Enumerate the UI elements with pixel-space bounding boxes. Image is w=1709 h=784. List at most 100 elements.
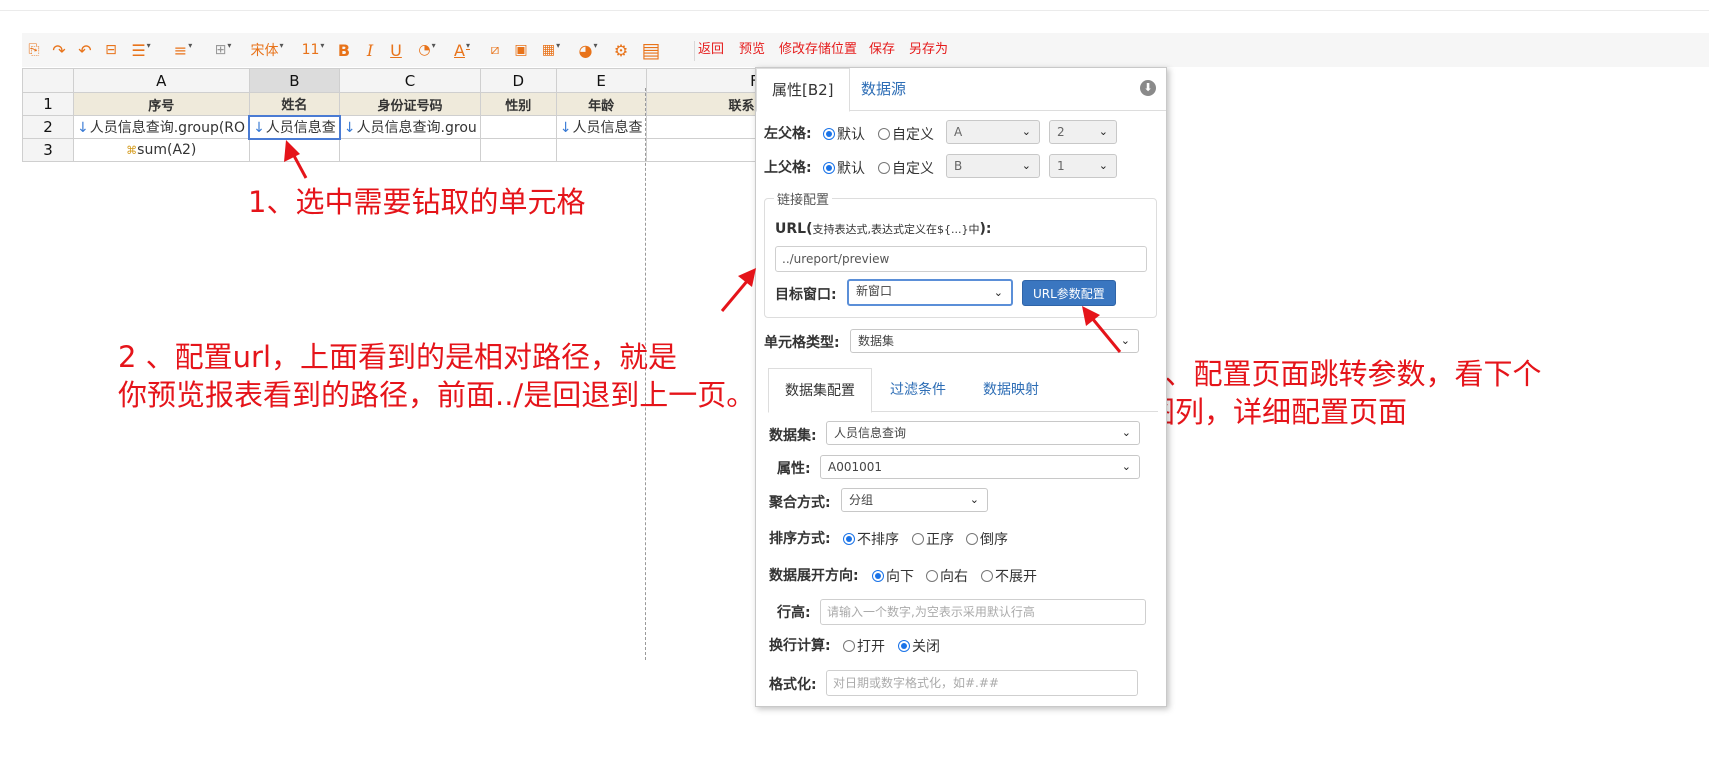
- grid-cell[interactable]: 姓名: [248, 92, 341, 116]
- font-size-value: 11: [301, 42, 320, 58]
- save-button[interactable]: 保存: [869, 33, 895, 67]
- grid-cell[interactable]: [248, 138, 341, 162]
- barcode-icon[interactable]: ▦ ▾: [536, 33, 566, 67]
- grid-cell[interactable]: 序号: [73, 92, 250, 116]
- property-select[interactable]: A001001 ⌄: [820, 455, 1140, 479]
- row-header[interactable]: 2: [22, 115, 74, 139]
- font-color-button[interactable]: A ▾: [448, 33, 476, 67]
- grid-cell[interactable]: [339, 138, 481, 162]
- corner-cell[interactable]: [22, 68, 74, 93]
- chevron-down-icon: ⌄: [1098, 159, 1108, 172]
- arrow-head: [738, 268, 756, 287]
- left-parent-index-select[interactable]: 2 ⌄: [1049, 120, 1117, 144]
- expand-down-radio[interactable]: 向下: [872, 566, 914, 586]
- left-parent-default-radio[interactable]: 默认: [823, 124, 865, 144]
- sort-desc-radio[interactable]: 倒序: [966, 529, 1008, 549]
- select-value: A: [954, 125, 963, 139]
- dataset-label: 数据集:: [769, 428, 817, 444]
- collapse-panel-icon[interactable]: ⬇: [1140, 80, 1156, 96]
- radio-unchecked: [966, 533, 978, 545]
- top-parent-index-select[interactable]: 1 ⌄: [1049, 154, 1117, 178]
- change-storage-button[interactable]: 修改存储位置: [779, 33, 857, 67]
- grid-cell[interactable]: 身份证号码: [339, 92, 481, 116]
- border-icon[interactable]: ⊞ ▾: [206, 33, 240, 67]
- cell-config-tabs: 数据集配置 过滤条件 数据映射: [768, 368, 1158, 413]
- italic-button[interactable]: I: [360, 33, 380, 67]
- radio-unchecked: [926, 570, 938, 582]
- image-icon[interactable]: ▣: [510, 33, 532, 67]
- grid-cell[interactable]: ↓人员信息查: [555, 115, 647, 139]
- font-family-select[interactable]: 宋体 ▾: [244, 33, 290, 67]
- sort-label: 排序方式:: [769, 531, 831, 547]
- top-parent-default-radio[interactable]: 默认: [823, 158, 865, 178]
- back-button[interactable]: 返回: [698, 33, 724, 67]
- bold-button[interactable]: B: [334, 33, 354, 67]
- column-header[interactable]: C: [339, 68, 481, 93]
- radio-label: 不展开: [995, 569, 1037, 585]
- tab-datasource[interactable]: 数据源: [846, 68, 921, 111]
- select-value: A001001: [828, 460, 883, 474]
- grid-cell[interactable]: 年龄: [555, 92, 647, 116]
- format-input[interactable]: 对日期或数字格式化，如#.##: [826, 670, 1138, 696]
- grid-cell[interactable]: ⌘sum(A2): [73, 138, 250, 162]
- row-header[interactable]: 1: [22, 92, 74, 116]
- underline-button[interactable]: U: [386, 33, 406, 67]
- cell-value: 人员信息查询.group(RO: [89, 120, 246, 136]
- dataset-select[interactable]: 人员信息查询 ⌄: [826, 421, 1140, 445]
- grid-cell[interactable]: [479, 115, 557, 139]
- grid-cell[interactable]: 性别: [479, 92, 557, 116]
- radio-unchecked: [878, 128, 890, 140]
- cell-type-select[interactable]: 数据集 ⌄: [850, 329, 1139, 353]
- grid-cell[interactable]: [479, 138, 557, 162]
- wrap-off-radio[interactable]: 关闭: [898, 636, 940, 656]
- chart-icon[interactable]: ◕ ▾: [572, 33, 604, 67]
- url-input[interactable]: ../ureport/preview: [775, 246, 1147, 272]
- target-window-select[interactable]: 新窗口 ⌄: [847, 279, 1013, 306]
- merge-cells-icon[interactable]: ⊟: [100, 33, 122, 67]
- expand-right-radio[interactable]: 向右: [926, 566, 968, 586]
- radio-label: 向右: [940, 569, 968, 585]
- preview-button[interactable]: 预览: [739, 33, 765, 67]
- arrow-step2: [720, 268, 756, 312]
- save-as-button[interactable]: 另存为: [909, 33, 948, 67]
- column-header[interactable]: A: [73, 68, 250, 93]
- tab-filter-conditions[interactable]: 过滤条件: [874, 368, 962, 412]
- import-icon[interactable]: ⎘: [24, 33, 44, 67]
- align-center-icon[interactable]: ☰ ▾: [126, 33, 156, 67]
- gear-icon[interactable]: ⚙: [610, 33, 632, 67]
- expand-none-radio[interactable]: 不展开: [981, 566, 1037, 586]
- grid-cell-selected[interactable]: ↓人员信息查: [248, 114, 341, 140]
- left-parent-custom-radio[interactable]: 自定义: [878, 124, 934, 144]
- aggregate-select[interactable]: 分组 ⌄: [841, 488, 988, 512]
- radio-unchecked: [912, 533, 924, 545]
- top-parent-cell-select[interactable]: B ⌄: [946, 154, 1040, 178]
- column-header[interactable]: E: [555, 68, 647, 93]
- tab-data-mapping[interactable]: 数据映射: [967, 368, 1055, 412]
- properties-panel: 属性[B2] 数据源 ⬇ 左父格: 默认 自定义 A ⌄ 2 ⌄ 上父格: 默认 自…: [755, 67, 1167, 707]
- undo-icon[interactable]: ↶: [74, 33, 96, 67]
- fill-color-icon[interactable]: ◔ ▾: [412, 33, 442, 67]
- column-header[interactable]: B: [248, 68, 341, 93]
- grid-cell[interactable]: ↓人员信息查询.group(RO: [73, 115, 250, 139]
- row-height-input[interactable]: 请输入一个数字,为空表示采用默认行高: [820, 599, 1146, 625]
- page-settings-icon[interactable]: ▤: [638, 33, 664, 67]
- tab-dataset-config[interactable]: 数据集配置: [768, 368, 872, 413]
- sort-asc-radio[interactable]: 正序: [912, 529, 954, 549]
- slash-header-icon[interactable]: ⧄: [484, 33, 506, 67]
- grid-cell[interactable]: [555, 138, 647, 162]
- redo-icon[interactable]: ↷: [48, 33, 70, 67]
- grid-cell[interactable]: ↓人员信息查询.grou: [339, 115, 481, 139]
- top-parent-custom-radio[interactable]: 自定义: [878, 158, 934, 178]
- column-header[interactable]: D: [479, 68, 557, 93]
- property-label: 属性:: [777, 461, 811, 477]
- wrap-on-radio[interactable]: 打开: [843, 636, 885, 656]
- url-param-config-button[interactable]: URL参数配置: [1022, 280, 1116, 306]
- font-size-select[interactable]: 11 ▾: [296, 33, 330, 67]
- left-parent-cell-select[interactable]: A ⌄: [946, 120, 1040, 144]
- sort-none-radio[interactable]: 不排序: [843, 529, 899, 549]
- tab-properties[interactable]: 属性[B2]: [756, 68, 850, 112]
- row-header[interactable]: 3: [22, 138, 74, 162]
- select-value: 1: [1057, 159, 1065, 173]
- valign-icon[interactable]: ≡ ▾: [168, 33, 198, 67]
- select-value: 数据集: [858, 334, 895, 348]
